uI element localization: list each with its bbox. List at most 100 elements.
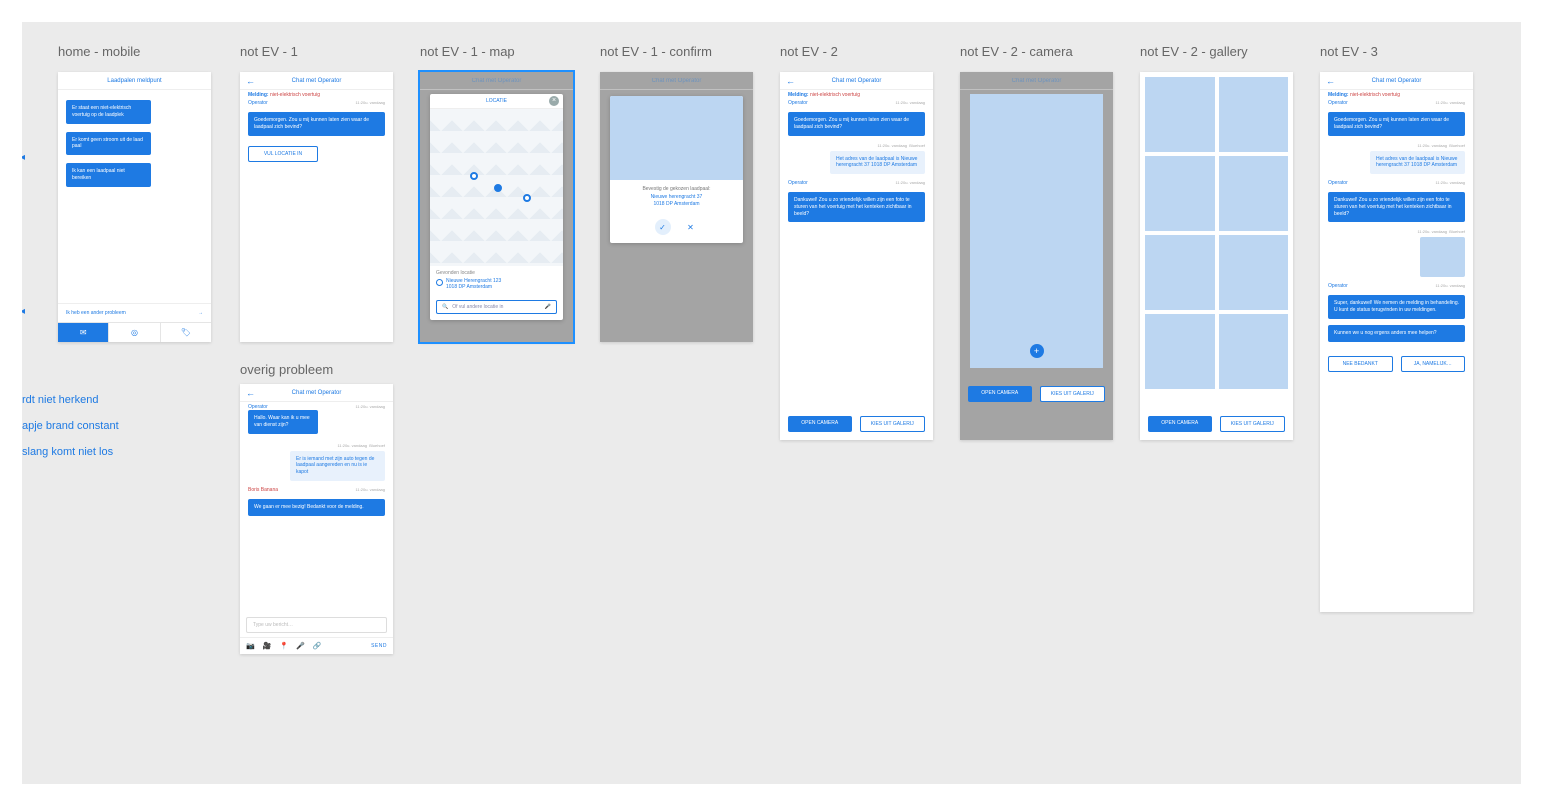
open-camera-button[interactable]: OPEN CAMERA — [1148, 416, 1212, 432]
choose-gallery-button[interactable]: KIES UIT GALERIJ — [860, 416, 926, 432]
mic-icon[interactable]: 🎤 — [296, 642, 305, 650]
map-pin-1[interactable] — [470, 172, 478, 180]
map-pin-selected[interactable] — [494, 184, 502, 192]
frame-nev3[interactable]: ←Chat met Operator Melding: niet-elektri… — [1320, 72, 1473, 612]
operator-bubble-super: Super, dankuwel! We nemen de melding in … — [1328, 295, 1465, 319]
tab-mail[interactable]: ✉ — [58, 323, 109, 342]
loose-link-3[interactable]: slang komt niet los — [22, 446, 113, 458]
back-icon[interactable]: ← — [1326, 76, 1335, 86]
frame-label-nev1confirm: not EV - 1 - confirm — [600, 44, 712, 59]
tab-tag[interactable]: 🏷 — [161, 323, 211, 342]
camera-viewfinder[interactable]: + — [970, 94, 1103, 368]
gallery-thumb[interactable] — [1219, 235, 1289, 310]
operator-bubble-thanks: Dankuwel! Zou u zo vriendelijk willen zi… — [1328, 192, 1465, 222]
design-canvas[interactable]: ◂ ◂ rdt niet herkend apje brand constant… — [22, 22, 1521, 784]
frame-label-nev2cam: not EV - 2 - camera — [960, 44, 1073, 59]
frame-nev1-map[interactable]: Chat met Operator LOCATIE × Gevonden loc… — [420, 72, 573, 342]
gallery-thumb[interactable] — [1145, 314, 1215, 389]
choose-gallery-button[interactable]: KIES UIT GALERIJ — [1040, 386, 1106, 402]
map-pin-2[interactable] — [523, 194, 531, 202]
operator-meta: Operator11:20u. vandaag — [240, 98, 393, 106]
location-icon[interactable]: 📍 — [279, 642, 288, 650]
other-problem-text: Ik heb een ander probleem — [66, 310, 126, 316]
operator-bubble-greeting: Goedemorgen. Zou u mij kunnen laten zien… — [248, 112, 385, 136]
chat-toolbar: 📷 🎥 📍 🎤 🔗 SEND — [240, 637, 393, 654]
back-icon[interactable]: ← — [786, 76, 795, 86]
video-icon[interactable]: 🎥 — [263, 642, 272, 650]
gallery-thumb[interactable] — [1145, 235, 1215, 310]
frame-overig[interactable]: ←Chat met Operator Operator11:20u. vanda… — [240, 384, 393, 654]
frame-nev1-confirm[interactable]: Chat met Operator Bevestig de gekozen la… — [600, 72, 753, 342]
chat-header-dim: Chat met Operator — [600, 72, 753, 90]
confirm-yes-button[interactable]: ✓ — [655, 219, 671, 235]
chat-header: ← Chat met Operator — [780, 72, 933, 90]
frame-label-nev2gal: not EV - 2 - gallery — [1140, 44, 1248, 59]
arrow-right-icon: → — [198, 310, 203, 316]
user-bubble-address: Het adres van de laadpaal is Nieuwe here… — [1370, 151, 1465, 175]
operator-bubble-helpmore: Kunnen we u nog ergens anders mee helpen… — [1328, 325, 1465, 342]
mic-icon[interactable]: 🎤 — [545, 304, 551, 310]
home-option-3[interactable]: Ik kan een laadpaal niet bereiken — [66, 163, 151, 187]
search-placeholder: Of vul andere locatie in — [452, 304, 503, 310]
shutter-button[interactable]: + — [1030, 344, 1044, 358]
chat-input[interactable]: Type uw bericht… — [246, 617, 387, 633]
vul-locatie-button[interactable]: VUL LOCATIE IN — [248, 146, 318, 162]
gallery-thumb[interactable] — [1219, 77, 1289, 152]
operator-bubble-greeting: Goedemorgen. Zou u mij kunnen laten zien… — [788, 112, 925, 136]
other-problem-link[interactable]: Ik heb een ander probleem → — [58, 303, 211, 322]
found-address[interactable]: Nieuwe Herengracht 1231018 DP Amsterdam — [436, 276, 557, 292]
tab-compass[interactable]: ◎ — [109, 323, 160, 342]
loose-link-2[interactable]: apje brand constant — [22, 420, 119, 432]
operator-bubble-greeting: Goedemorgen. Zou u mij kunnen laten zien… — [1328, 112, 1465, 136]
edge-arrow: ◂ — [22, 152, 25, 163]
no-thanks-button[interactable]: NEE BEDANKT — [1328, 356, 1393, 372]
operator-bubble-ack: We gaan er mee bezig! Bedankt voor de me… — [248, 499, 385, 516]
frame-home[interactable]: Laadpalen meldpunt Er staat een niet-ele… — [58, 72, 211, 342]
close-icon[interactable]: × — [549, 96, 559, 106]
gallery-thumb[interactable] — [1219, 156, 1289, 231]
frame-nev2-gallery[interactable]: OPEN CAMERA KIES UIT GALERIJ — [1140, 72, 1293, 440]
frame-label-nev2: not EV - 2 — [780, 44, 838, 59]
operator-bubble-hello: Hallo. Waar kan ik u mee van dienst zijn… — [248, 410, 318, 434]
open-camera-button[interactable]: OPEN CAMERA — [968, 386, 1032, 402]
frame-nev1[interactable]: ← Chat met Operator Melding: niet-elektr… — [240, 72, 393, 342]
chat-header: ← Chat met Operator — [240, 72, 393, 90]
map-surface[interactable] — [430, 109, 563, 266]
tag-icon: 🏷 — [181, 328, 191, 337]
chat-title: Chat met Operator — [1372, 78, 1422, 84]
back-icon[interactable]: ← — [246, 388, 255, 398]
melding-line: Melding: niet-elektrisch voertuig — [240, 90, 393, 98]
page-title: Laadpalen meldpunt — [58, 72, 211, 90]
yes-namely-button[interactable]: JA, NAMELIJK… — [1401, 356, 1466, 372]
confirm-address: Nieuwe herengracht 371018 DP Amsterdam — [616, 194, 737, 207]
frame-nev2-camera[interactable]: Chat met Operator + OPEN CAMERA KIES UIT… — [960, 72, 1113, 440]
frame-label-overig: overig probleem — [240, 362, 333, 377]
compass-icon: ◎ — [131, 328, 138, 337]
gallery-thumb[interactable] — [1145, 156, 1215, 231]
loose-link-1[interactable]: rdt niet herkend — [22, 394, 98, 406]
sent-photo-thumb[interactable] — [1420, 237, 1465, 277]
attach-icon[interactable]: 🔗 — [313, 642, 322, 650]
frame-nev2[interactable]: ← Chat met Operator Melding: niet-elektr… — [780, 72, 933, 440]
found-block: Gevonden locatie Nieuwe Herengracht 1231… — [430, 266, 563, 296]
chat-title: Chat met Operator — [292, 78, 342, 84]
search-icon: 🔍 — [442, 304, 448, 310]
frame-label-home: home - mobile — [58, 44, 140, 59]
home-option-2[interactable]: Er komt geen stroom uit de laad paal — [66, 132, 151, 156]
image-placeholder — [610, 96, 743, 180]
confirm-no-button[interactable]: ✕ — [683, 219, 699, 235]
gallery-thumb[interactable] — [1145, 77, 1215, 152]
mail-icon: ✉ — [80, 328, 87, 337]
home-option-1[interactable]: Er staat een niet-elektrisch voertuig op… — [66, 100, 151, 124]
user-bubble-address: Het adres van de laadpaal is Nieuwe here… — [830, 151, 925, 175]
gallery-thumb[interactable] — [1219, 314, 1289, 389]
open-camera-button[interactable]: OPEN CAMERA — [788, 416, 852, 432]
chat-header-dim: Chat met Operator — [420, 72, 573, 90]
frame-label-nev1: not EV - 1 — [240, 44, 298, 59]
back-icon[interactable]: ← — [246, 76, 255, 86]
send-button[interactable]: SEND — [371, 643, 387, 649]
map-search[interactable]: 🔍 Of vul andere locatie in 🎤 — [436, 300, 557, 314]
camera-icon[interactable]: 📷 — [246, 642, 255, 650]
choose-gallery-button[interactable]: KIES UIT GALERIJ — [1220, 416, 1286, 432]
confirm-question: Bevestig de gekozen laadpaal: — [616, 186, 737, 192]
